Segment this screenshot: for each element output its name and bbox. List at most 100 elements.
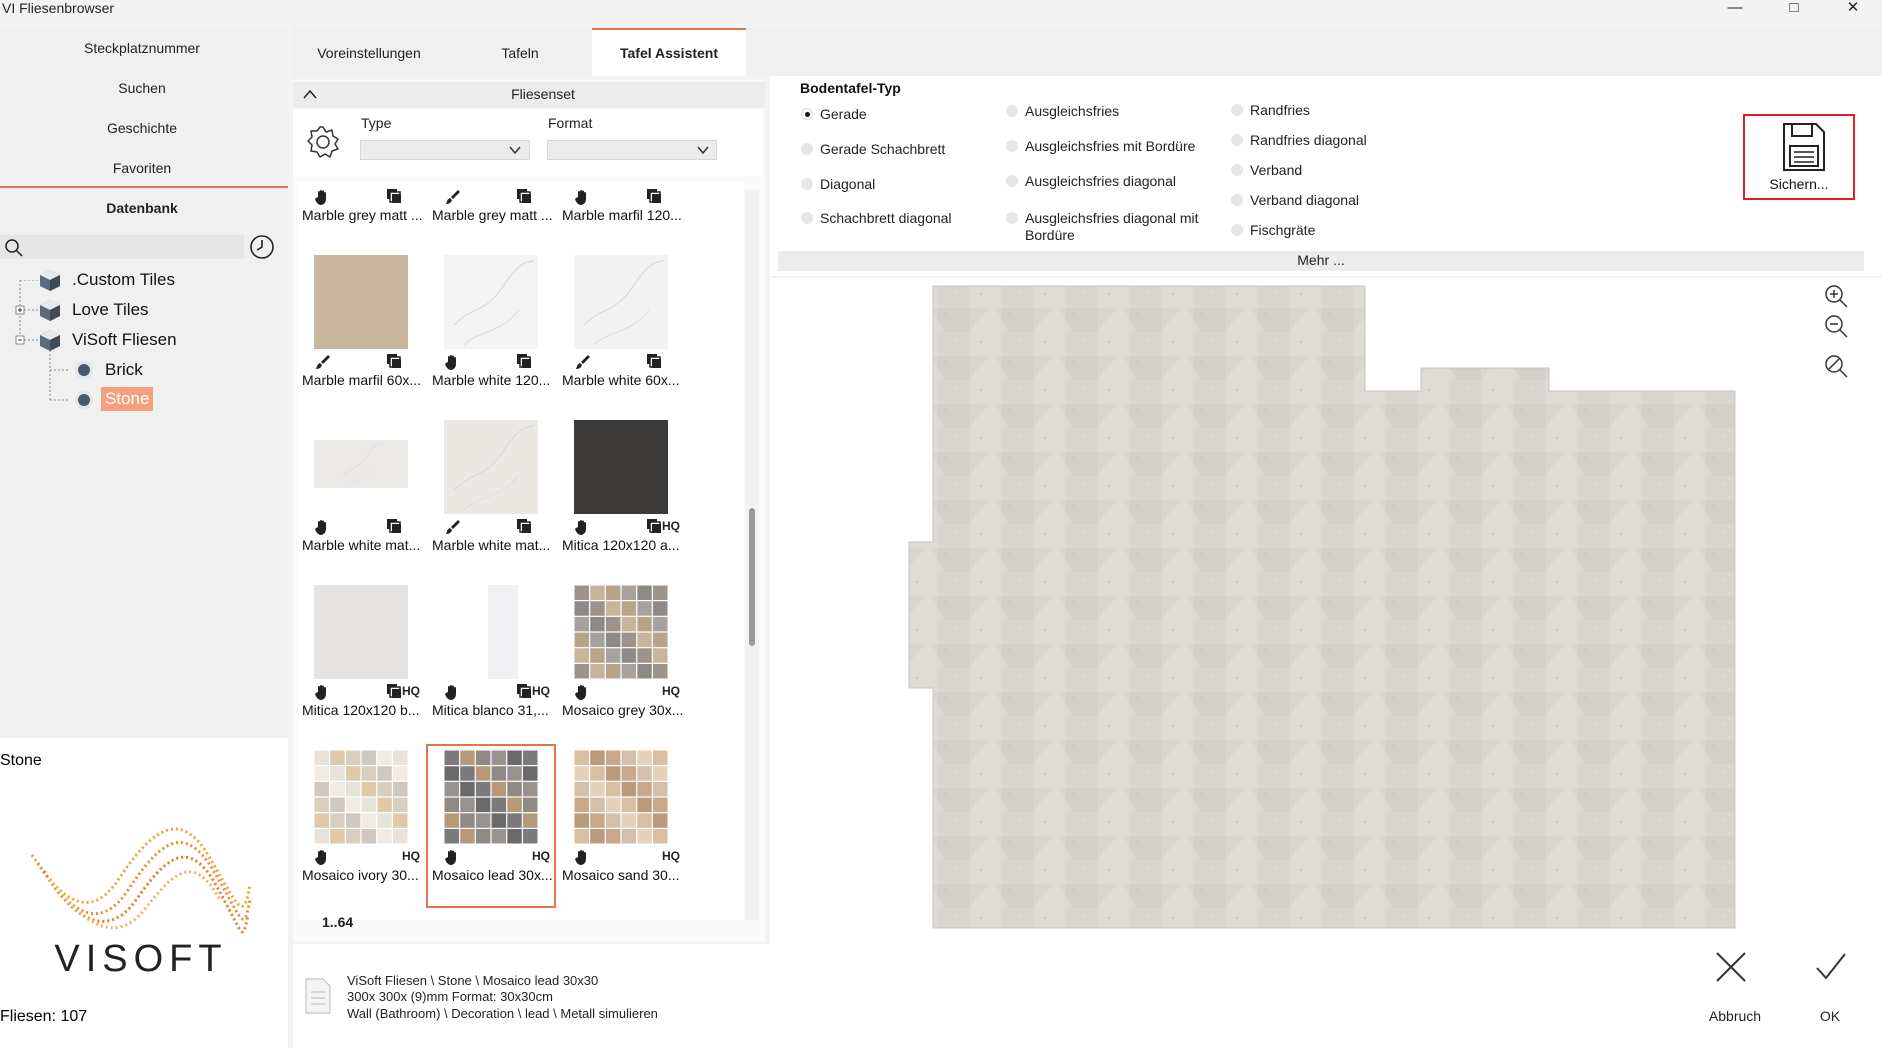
tile-card[interactable]: Marble grey matt ... xyxy=(298,182,424,246)
tree-item-stone[interactable]: Stone xyxy=(101,387,154,411)
floor-tile-preview[interactable] xyxy=(905,284,1737,930)
tile-thumbnail[interactable] xyxy=(574,750,668,844)
chevron-down-icon[interactable] xyxy=(508,144,522,156)
history-clock-icon[interactable] xyxy=(249,234,275,260)
tile-thumbnail[interactable] xyxy=(314,585,408,679)
close-window-icon[interactable]: ✕ xyxy=(1833,0,1873,18)
option-ausgleichsfries-diagonal-bordure[interactable]: Ausgleichsfries diagonal mit xyxy=(1025,210,1199,226)
tile-thumbnail[interactable] xyxy=(574,255,668,349)
floor-shape[interactable] xyxy=(908,285,1736,929)
tile-card[interactable]: Marble white mat... xyxy=(428,416,554,576)
tile-card[interactable]: HQ Mosaico ivory 30... xyxy=(298,746,424,906)
radio-verband-diagonal[interactable] xyxy=(1231,194,1243,206)
tile-name[interactable]: Marble grey matt ... xyxy=(302,207,424,223)
option-ausgleichsfries-diagonal[interactable]: Ausgleichsfries diagonal xyxy=(1025,173,1176,189)
tile-card[interactable]: HQ Mosaico sand 30... xyxy=(558,746,684,906)
more-button[interactable]: Mehr ... xyxy=(778,252,1864,268)
tile-name[interactable]: Marble white 120... xyxy=(432,372,554,388)
chevron-down-icon[interactable] xyxy=(696,144,710,156)
scroll-thumb[interactable] xyxy=(749,508,755,646)
search-input[interactable] xyxy=(0,235,244,259)
save-label[interactable]: Sichern... xyxy=(1743,176,1855,192)
tile-card[interactable]: Marble marfil 60x... xyxy=(298,251,424,411)
tile-name[interactable]: Mosaico lead 30x... xyxy=(432,867,554,883)
option-ausgleichsfries[interactable]: Ausgleichsfries xyxy=(1025,103,1119,119)
tile-thumbnail[interactable] xyxy=(314,750,408,844)
tile-card[interactable]: Marble white mat... xyxy=(298,416,424,576)
maximize-icon[interactable]: □ xyxy=(1774,0,1814,18)
tree-item-brick[interactable]: Brick xyxy=(105,360,143,380)
tab-voreinstellungen[interactable]: Voreinstellungen xyxy=(300,28,438,76)
tile-thumbnail[interactable] xyxy=(314,440,408,488)
tab-tafeln[interactable]: Tafeln xyxy=(470,28,570,76)
zoom-in-icon[interactable] xyxy=(1823,283,1849,309)
nav-steckplatznummer[interactable]: Steckplatznummer xyxy=(0,40,284,56)
tile-name[interactable]: Marble marfil 60x... xyxy=(302,372,424,388)
radio-ausgleichsfries-diagonal-bordure[interactable] xyxy=(1006,212,1018,224)
tree-item-visoft-fliesen[interactable]: ViSoft Fliesen xyxy=(72,330,177,350)
option-verband[interactable]: Verband xyxy=(1250,162,1302,178)
option-fischgrate[interactable]: Fischgräte xyxy=(1250,222,1315,238)
option-ausgleichsfries-bordure[interactable]: Ausgleichsfries mit Bordüre xyxy=(1025,138,1195,154)
radio-fischgrate[interactable] xyxy=(1231,224,1243,236)
tile-name[interactable]: Mitica 120x120 b... xyxy=(302,702,424,718)
tile-card[interactable]: Marble white 60x... xyxy=(558,251,684,411)
nav-favoriten[interactable]: Favoriten xyxy=(0,160,284,176)
tile-card[interactable]: HQ Mosaico lead 30x... xyxy=(426,744,556,908)
option-gerade[interactable]: Gerade xyxy=(820,106,867,122)
save-disk-icon[interactable] xyxy=(1782,122,1826,172)
zoom-out-icon[interactable] xyxy=(1823,313,1849,339)
tile-card[interactable]: HQ Mosaico grey 30x... xyxy=(558,581,684,741)
ok-button[interactable]: OK xyxy=(1800,1008,1860,1024)
tile-card[interactable]: Marble white 120... xyxy=(428,251,554,411)
minimize-icon[interactable]: — xyxy=(1715,0,1755,18)
tile-name[interactable]: Marble white mat... xyxy=(432,537,554,553)
option-randfries[interactable]: Randfries xyxy=(1250,102,1310,118)
nav-suchen[interactable]: Suchen xyxy=(0,80,284,96)
option-verband-diagonal[interactable]: Verband diagonal xyxy=(1250,192,1359,208)
radio-ausgleichsfries-bordure[interactable] xyxy=(1006,140,1018,152)
option-schachbrett-diagonal[interactable]: Schachbrett diagonal xyxy=(820,210,952,226)
search-icon[interactable] xyxy=(4,238,24,258)
nav-geschichte[interactable]: Geschichte xyxy=(0,120,284,136)
cancel-button[interactable]: Abbruch xyxy=(1690,1008,1780,1024)
type-dropdown[interactable] xyxy=(360,140,530,160)
tile-thumbnail[interactable] xyxy=(444,420,538,514)
tab-tafel-assistent[interactable]: Tafel Assistent xyxy=(592,28,746,76)
nav-datenbank[interactable]: Datenbank xyxy=(0,200,284,216)
option-randfries-diagonal[interactable]: Randfries diagonal xyxy=(1250,132,1367,148)
tile-thumbnail[interactable] xyxy=(574,585,668,679)
cancel-x-icon[interactable] xyxy=(1714,950,1748,984)
tile-thumbnail[interactable] xyxy=(444,255,538,349)
tile-card[interactable]: Marble marfil 120... xyxy=(558,182,684,246)
zoom-reset-icon[interactable] xyxy=(1823,353,1849,379)
radio-diagonal[interactable] xyxy=(801,178,813,190)
tree-item-custom-tiles[interactable]: .Custom Tiles xyxy=(72,270,175,290)
tile-thumbnail[interactable] xyxy=(488,585,518,679)
tile-card[interactable]: HQ Mitica blanco 31,... xyxy=(428,581,554,741)
radio-ausgleichsfries[interactable] xyxy=(1006,105,1018,117)
tile-name[interactable]: Marble marfil 120... xyxy=(562,207,684,223)
gear-icon[interactable] xyxy=(305,124,341,160)
tile-thumbnail[interactable] xyxy=(314,255,408,349)
tile-name[interactable]: Mitica 120x120 a... xyxy=(562,537,684,553)
tile-thumbnail[interactable] xyxy=(444,750,538,844)
tile-name[interactable]: Mitica blanco 31,... xyxy=(432,702,554,718)
tile-card[interactable]: HQ Mitica 120x120 b... xyxy=(298,581,424,741)
tile-card[interactable]: Marble grey matt ... xyxy=(428,182,554,246)
tile-name[interactable]: Marble white 60x... xyxy=(562,372,684,388)
format-dropdown[interactable] xyxy=(547,140,717,160)
radio-randfries[interactable] xyxy=(1231,104,1243,116)
option-ausgleichsfries-diagonal-bordure-line2[interactable]: Bordüre xyxy=(1025,227,1075,243)
tile-name[interactable]: Mosaico ivory 30... xyxy=(302,867,424,883)
radio-verband[interactable] xyxy=(1231,164,1243,176)
option-gerade-schachbrett[interactable]: Gerade Schachbrett xyxy=(820,141,945,157)
radio-schachbrett-diagonal[interactable] xyxy=(801,212,813,224)
tile-name[interactable]: Marble grey matt ... xyxy=(432,207,554,223)
tree-item-love-tiles[interactable]: Love Tiles xyxy=(72,300,149,320)
tile-name[interactable]: Mosaico sand 30... xyxy=(562,867,684,883)
radio-randfries-diagonal[interactable] xyxy=(1231,134,1243,146)
radio-gerade[interactable] xyxy=(801,108,813,120)
tile-name[interactable]: Marble white mat... xyxy=(302,537,424,553)
tile-card[interactable]: HQ Mitica 120x120 a... xyxy=(558,416,684,576)
